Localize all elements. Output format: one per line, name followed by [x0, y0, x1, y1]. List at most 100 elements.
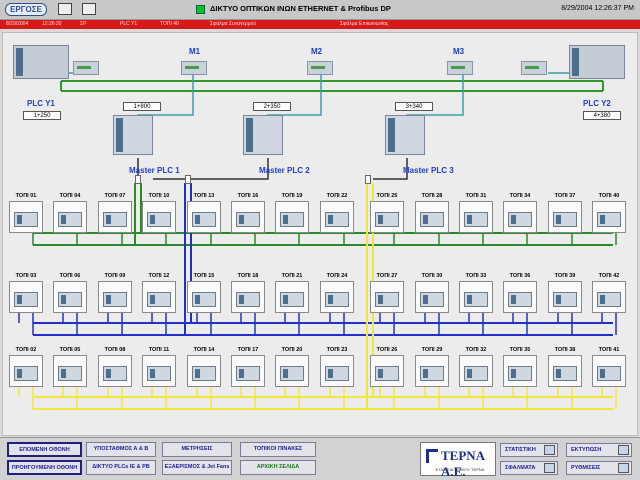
switch-m1-label: M1	[189, 47, 201, 56]
station-label: ΤΟΠΙ 16	[237, 193, 259, 199]
station-label: ΤΟΠΙ 26	[376, 347, 398, 353]
station-τοπι-12[interactable]	[142, 281, 176, 313]
station-rack-icon	[14, 292, 38, 307]
station-rack-icon	[464, 366, 488, 381]
station-τοπι-31[interactable]	[459, 201, 493, 233]
station-τοπι-23[interactable]	[320, 355, 354, 387]
network-panel: PLC Y1 1+250 PLC Y2 4+380 M1 M2 M3 1+800…	[2, 32, 638, 436]
station-label: ΤΟΠΙ 36	[509, 273, 531, 279]
station-rack-icon	[553, 292, 577, 307]
station-τοπι-16[interactable]	[231, 201, 265, 233]
next-screen-button[interactable]: ΕΠΟΜΕΝΗ ΟΘΟΝΗ	[7, 442, 82, 457]
station-τοπι-03[interactable]	[9, 281, 43, 313]
master-plc-2-rack[interactable]	[243, 115, 283, 155]
substation-button[interactable]: ΥΠΟΣΤΑΘΜΟΣ Α & Β	[86, 442, 156, 457]
plc-y2-position: 4+380	[583, 111, 621, 120]
station-τοπι-32[interactable]	[459, 355, 493, 387]
station-τοπι-19[interactable]	[275, 201, 309, 233]
station-label: ΤΟΠΙ 04	[59, 193, 81, 199]
station-τοπι-09[interactable]	[98, 281, 132, 313]
prev-screen-button[interactable]: ΠΡΟΗΓΟΥΜΕΝΗ ΟΘΟΝΗ	[7, 460, 82, 475]
station-τοπι-06[interactable]	[53, 281, 87, 313]
station-rack-icon	[14, 366, 38, 381]
master-plc-3-position: 3+340	[395, 102, 433, 111]
switch-m2[interactable]	[307, 61, 333, 75]
station-τοπι-18[interactable]	[231, 281, 265, 313]
station-τοπι-01[interactable]	[9, 201, 43, 233]
master-plc-2-position: 2+350	[253, 102, 291, 111]
station-τοπι-37[interactable]	[548, 201, 582, 233]
station-τοπι-11[interactable]	[142, 355, 176, 387]
station-τοπι-21[interactable]	[275, 281, 309, 313]
station-τοπι-29[interactable]	[415, 355, 449, 387]
station-τοπι-27[interactable]	[370, 281, 404, 313]
print-button[interactable]: ΕΚΤΥΠΩΣΗ	[566, 443, 632, 457]
station-τοπι-14[interactable]	[187, 355, 221, 387]
station-τοπι-26[interactable]	[370, 355, 404, 387]
station-τοπι-28[interactable]	[415, 201, 449, 233]
alarm-detail: Σφάλμα Επικοινωνίας	[340, 21, 389, 27]
station-rack-icon	[103, 212, 127, 227]
station-label: ΤΟΠΙ 02	[15, 347, 37, 353]
local-panels-button[interactable]: ΤΟΠΙΚΟΙ ΠΙΝΑΚΕΣ	[240, 442, 316, 457]
station-τοπι-42[interactable]	[592, 281, 626, 313]
home-button[interactable]: ΑΡΧΙΚΗ ΣΕΛΙΔΑ	[240, 460, 316, 475]
monitor-icon[interactable]	[58, 3, 72, 15]
station-label: ΤΟΠΙ 20	[281, 347, 303, 353]
station-τοπι-02[interactable]	[9, 355, 43, 387]
station-τοπι-04[interactable]	[53, 201, 87, 233]
settings-button[interactable]: ΡΥΘΜΙΣΕΙΣ	[566, 461, 632, 475]
switch-m3-label: M3	[453, 47, 465, 56]
station-label: ΤΟΠΙ 37	[554, 193, 576, 199]
station-label: ΤΟΠΙ 33	[465, 273, 487, 279]
master-plc-3-rack[interactable]	[385, 115, 425, 155]
faults-button[interactable]: ΣΦΑΛΜΑΤΑ	[500, 461, 558, 475]
switch-y2[interactable]	[521, 61, 547, 75]
station-label: ΤΟΠΙ 05	[59, 347, 81, 353]
station-rack-icon	[464, 212, 488, 227]
bottom-nav: ΕΠΟΜΕΝΗ ΟΘΟΝΗ ΠΡΟΗΓΟΥΜΕΝΗ ΟΘΟΝΗ ΥΠΟΣΤΑΘΜ…	[0, 437, 640, 480]
switch-m1[interactable]	[181, 61, 207, 75]
station-τοπι-24[interactable]	[320, 281, 354, 313]
master-plc-1-rack[interactable]	[113, 115, 153, 155]
plc-y2-rack[interactable]	[569, 45, 625, 79]
station-label: ΤΟΠΙ 18	[237, 273, 259, 279]
faults-icon	[544, 463, 555, 473]
alarm-bar[interactable]: 8/29/2004 12:26:20 ΣΡ PLC Y1 ΤΟΠΙ 40 Σφά…	[0, 20, 640, 29]
plc-network-button[interactable]: ΔΙΚΤΥΟ PLCs IE & PB	[86, 460, 156, 475]
switch-y1[interactable]	[73, 61, 99, 75]
station-τοπι-08[interactable]	[98, 355, 132, 387]
switch-m3[interactable]	[447, 61, 473, 75]
measurements-button[interactable]: ΜΕΤΡΗΣΕΙΣ	[162, 442, 232, 457]
statistics-button[interactable]: ΣΤΑΤΙΣΤΙΚΗ	[500, 443, 558, 457]
station-τοπι-22[interactable]	[320, 201, 354, 233]
station-τοπι-41[interactable]	[592, 355, 626, 387]
station-τοπι-38[interactable]	[548, 355, 582, 387]
station-label: ΤΟΠΙ 14	[193, 347, 215, 353]
station-τοπι-07[interactable]	[98, 201, 132, 233]
station-label: ΤΟΠΙ 28	[421, 193, 443, 199]
station-τοπι-30[interactable]	[415, 281, 449, 313]
station-τοπι-36[interactable]	[503, 281, 537, 313]
station-τοπι-39[interactable]	[548, 281, 582, 313]
station-label: ΤΟΠΙ 31	[465, 193, 487, 199]
station-label: ΤΟΠΙ 23	[326, 347, 348, 353]
station-τοπι-33[interactable]	[459, 281, 493, 313]
station-τοπι-34[interactable]	[503, 201, 537, 233]
station-τοπι-05[interactable]	[53, 355, 87, 387]
station-τοπι-10[interactable]	[142, 201, 176, 233]
station-τοπι-35[interactable]	[503, 355, 537, 387]
station-τοπι-13[interactable]	[187, 201, 221, 233]
station-τοπι-15[interactable]	[187, 281, 221, 313]
station-τοπι-25[interactable]	[370, 201, 404, 233]
ventilation-button[interactable]: ΕΞΑΕΡΙΣΜΟΣ & Jet Fans	[162, 460, 232, 475]
station-rack-icon	[192, 366, 216, 381]
printer-icon[interactable]	[82, 3, 96, 15]
plc-y1-rack[interactable]	[13, 45, 69, 79]
station-τοπι-40[interactable]	[592, 201, 626, 233]
printer-icon	[618, 445, 629, 455]
station-τοπι-17[interactable]	[231, 355, 265, 387]
station-rack-icon	[103, 366, 127, 381]
station-label: ΤΟΠΙ 41	[598, 347, 620, 353]
station-τοπι-20[interactable]	[275, 355, 309, 387]
